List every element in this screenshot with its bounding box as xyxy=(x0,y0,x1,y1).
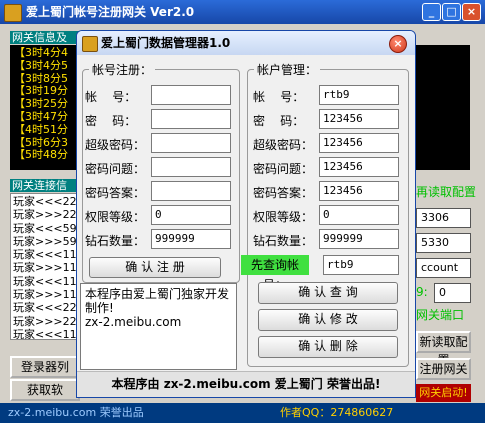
confirm-register-button[interactable]: 确 认 注 册 xyxy=(89,257,221,278)
mgr-diamonds-label: 钻石数量： xyxy=(253,234,314,248)
confirm-delete-button[interactable]: 确 认 删 除 xyxy=(258,336,398,358)
status-bar: zx-2.meibu.com 荣誉出品 作者QQ：274860627 xyxy=(0,403,485,423)
reg-answer-label: 密码答案： xyxy=(85,186,146,200)
mgr-password-input[interactable]: 123456 xyxy=(319,109,399,129)
reg-answer-input[interactable] xyxy=(151,181,231,201)
manage-group-legend: 帐户管理： xyxy=(257,63,318,77)
status-credit: zx-2.meibu.com 荣誉出品 xyxy=(8,406,144,419)
conn-line: 玩家<<<59 xyxy=(13,221,77,235)
lookup-account-label: 先查询帐号： xyxy=(241,255,309,292)
log-line: 【3时47分 xyxy=(14,109,68,123)
mgr-super-password-label: 超级密码： xyxy=(253,138,314,152)
dialog-close-button[interactable]: × xyxy=(389,35,407,53)
log-line: 【3时4分4 xyxy=(14,46,68,59)
mgr-level-label: 权限等级： xyxy=(253,210,314,224)
confirm-query-button[interactable]: 确 认 查 询 xyxy=(258,282,398,304)
get-software-button[interactable]: 获取软 xyxy=(10,379,80,401)
connection-log-header: 网关连接信 xyxy=(10,179,80,192)
mgr-question-label: 密码问题： xyxy=(253,162,314,176)
mgr-answer-label: 密码答案： xyxy=(253,186,314,200)
data-manager-dialog: 爱上蜀门数据管理器1.0 × 帐号注册： 帐 号： 密 码： 超级密码： 密码问… xyxy=(76,30,416,398)
gateway-started-status: 网关启动! xyxy=(416,384,471,402)
mgr-answer-input[interactable]: 123456 xyxy=(319,181,399,201)
lookup-account-input[interactable]: rtb9 xyxy=(323,255,399,275)
reg-password-input[interactable] xyxy=(151,109,231,129)
log-line: 【4时51分 xyxy=(14,122,68,136)
conn-line: 玩家<<<22 xyxy=(13,195,77,208)
gateway-port-label: 网关端口 xyxy=(416,308,465,322)
minimize-button[interactable]: _ xyxy=(422,3,441,21)
log-line: 【3时4分5 xyxy=(14,58,68,72)
mgr-question-input[interactable]: 123456 xyxy=(319,157,399,177)
log-line: 【5时48分 xyxy=(14,148,68,162)
mgr-super-password-input[interactable]: 123456 xyxy=(319,133,399,153)
status-author-qq: 作者QQ：274860627 xyxy=(280,406,394,419)
mgr-level-input[interactable]: 0 xyxy=(319,205,399,225)
gateway-log-list[interactable]: 【3时4分4 【3时4分5 【3时8分5 【3时19分 【3时25分 【3时47… xyxy=(10,45,80,170)
notice-text: 本程序由爱上蜀门独家开发制作! zx-2.meibu.com xyxy=(85,287,230,329)
notice-textbox[interactable]: 本程序由爱上蜀门独家开发制作! zx-2.meibu.com xyxy=(80,283,237,370)
register-group-legend: 帐号注册： xyxy=(92,63,153,77)
port-field-2[interactable]: 5330 xyxy=(416,233,471,253)
app-icon xyxy=(4,4,22,22)
right-info-panel xyxy=(415,45,470,170)
reg-question-label: 密码问题： xyxy=(85,162,146,176)
conn-line: 玩家<<<11 xyxy=(13,327,77,340)
conn-line: 玩家>>>11 xyxy=(13,288,77,302)
mgr-diamonds-input[interactable]: 999999 xyxy=(319,229,399,249)
dialog-titlebar: 爱上蜀门数据管理器1.0 × xyxy=(77,31,415,55)
reg-super-password-input[interactable] xyxy=(151,133,231,153)
port-field-1[interactable]: 3306 xyxy=(416,208,471,228)
main-window-title: 爱上蜀门帐号注册网关 Ver2.0 xyxy=(26,5,195,19)
connection-log-list[interactable]: 玩家<<<22 玩家>>>22 玩家<<<59 玩家>>>59 玩家<<<11 … xyxy=(10,193,80,340)
conn-line: 玩家>>>59 xyxy=(13,234,77,248)
conn-line: 玩家>>>22 xyxy=(13,208,77,222)
reg-question-input[interactable] xyxy=(151,157,231,177)
app-icon xyxy=(82,36,98,52)
mgr-account-label: 帐 号： xyxy=(253,90,305,104)
conn-line: 玩家>>>22 xyxy=(13,314,77,328)
reg-diamonds-label: 钻石数量： xyxy=(85,234,146,248)
login-list-button[interactable]: 登录器列 xyxy=(10,356,80,378)
close-button[interactable]: × xyxy=(462,3,481,21)
conn-line: 玩家>>>11 xyxy=(13,261,77,275)
reload-config-label: 再读取配置 xyxy=(416,185,477,199)
reg-account-label: 帐 号： xyxy=(85,90,137,104)
register-gateway-button[interactable]: 注册网关 xyxy=(416,358,471,380)
mgr-account-input[interactable]: rtb9 xyxy=(319,85,399,105)
reload-config-button[interactable]: 新读取配置 xyxy=(416,331,471,367)
main-window-titlebar: 爱上蜀门帐号注册网关 Ver2.0 _ □ × xyxy=(0,0,485,24)
reg-level-input[interactable]: 0 xyxy=(151,205,231,225)
reg-level-label: 权限等级： xyxy=(85,210,146,224)
green-label: 9: xyxy=(416,285,428,299)
reg-diamonds-input[interactable]: 999999 xyxy=(151,229,231,249)
conn-line: 玩家<<<22 xyxy=(13,301,77,315)
reg-account-input[interactable] xyxy=(151,85,231,105)
conn-line: 玩家<<<11 xyxy=(13,248,77,262)
conn-line: 玩家<<<11 xyxy=(13,274,77,288)
dialog-title: 爱上蜀门数据管理器1.0 xyxy=(101,36,231,50)
gateway-log-header: 网关信息及 xyxy=(10,31,80,44)
confirm-modify-button[interactable]: 确 认 修 改 xyxy=(258,309,398,331)
dialog-footer-credit: 本程序由 zx-2.meibu.com 爱上蜀门 荣誉出品! xyxy=(77,371,415,397)
value-field[interactable]: 0 xyxy=(434,283,471,303)
account-field[interactable]: ccount xyxy=(416,258,471,278)
maximize-button[interactable]: □ xyxy=(442,3,461,21)
reg-password-label: 密 码： xyxy=(85,114,137,128)
reg-super-password-label: 超级密码： xyxy=(85,138,146,152)
mgr-password-label: 密 码： xyxy=(253,114,305,128)
